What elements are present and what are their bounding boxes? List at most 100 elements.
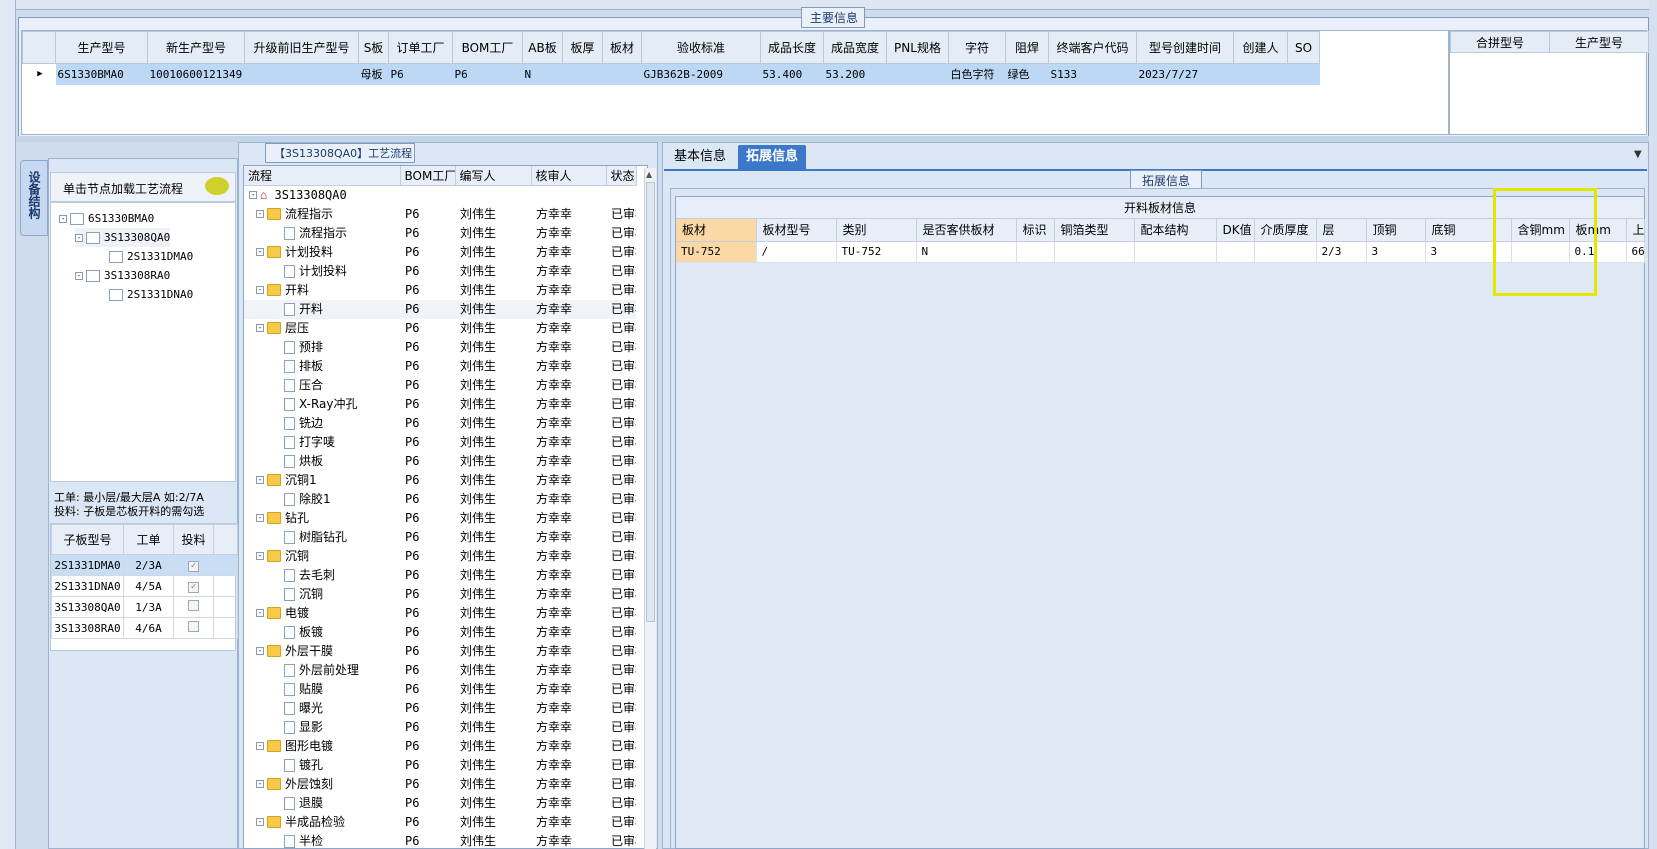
main-grid-row[interactable]: ▶ 6S1330BMA0 10010600121349 母板 P6 P6 N GJB362B-… (22, 63, 1320, 85)
process-row[interactable]: -计划投料 P6 刘伟生 方幸幸 已审核 (244, 243, 636, 262)
feed-checkbox[interactable]: ✓ (173, 575, 214, 597)
process-row[interactable]: 压合 P6 刘伟生 方幸幸 已审核 (244, 376, 636, 395)
main-cell[interactable]: 10010600121349 (147, 63, 245, 85)
feed-checkbox[interactable]: ✓ (173, 554, 214, 576)
material-cell[interactable] (1254, 241, 1317, 263)
process-row[interactable]: -外层干膜 P6 刘伟生 方幸幸 已审核 (244, 642, 636, 661)
process-row[interactable]: -外层蚀刻 P6 刘伟生 方幸幸 已审核 (244, 775, 636, 794)
main-cell[interactable]: 绿色 (1005, 63, 1049, 85)
process-row[interactable]: 打字唛 P6 刘伟生 方幸幸 已审核 (244, 433, 636, 452)
sub-board-row[interactable]: 2S1331DMA0 2/3A ✓ (51, 554, 238, 576)
process-row[interactable]: -半成品检验 P6 刘伟生 方幸幸 已审核 (244, 813, 636, 832)
process-row[interactable]: 半检 P6 刘伟生 方幸幸 已审核 (244, 832, 636, 849)
main-cell[interactable]: P6 (452, 63, 523, 85)
process-row[interactable]: 外层前处理 P6 刘伟生 方幸幸 已审核 (244, 661, 636, 680)
tree-node[interactable]: 2S1331DMA0 (109, 247, 193, 266)
material-cell[interactable]: N (916, 241, 1017, 263)
main-cell[interactable]: 53.400 (760, 63, 824, 85)
document-icon (284, 397, 295, 411)
merged-model-grid[interactable]: 合拼型号 生产型号 (1449, 30, 1649, 135)
process-row[interactable]: 排板 P6 刘伟生 方幸幸 已审核 (244, 357, 636, 376)
main-cell[interactable]: 6S1330BMA0 (55, 63, 148, 85)
material-cell[interactable]: 3 (1366, 241, 1426, 263)
material-cell[interactable]: TU-752 (836, 241, 917, 263)
main-cell[interactable] (244, 63, 359, 85)
feed-checkbox[interactable] (173, 617, 214, 639)
process-root-row[interactable]: - ⌂ 3S13308QA0 (244, 185, 636, 205)
tree-node-selected[interactable]: -3S13308QA0 (75, 228, 171, 247)
process-row[interactable]: -层压 P6 刘伟生 方幸幸 已审核 (244, 319, 636, 338)
material-cell[interactable]: 2/3 (1316, 241, 1367, 263)
process-row[interactable]: 显影 P6 刘伟生 方幸幸 已审核 (244, 718, 636, 737)
tree-node[interactable]: 2S1331DNA0 (109, 285, 193, 304)
material-cell[interactable] (1216, 241, 1255, 263)
writer-cell: 刘伟生 (460, 719, 497, 734)
sub-order[interactable]: 1/3A (123, 596, 174, 618)
process-row[interactable]: X-Ray冲孔 P6 刘伟生 方幸幸 已审核 (244, 395, 636, 414)
process-row[interactable]: 除胶1 P6 刘伟生 方幸幸 已审核 (244, 490, 636, 509)
process-row[interactable]: 退膜 P6 刘伟生 方幸幸 已审核 (244, 794, 636, 813)
main-cell[interactable]: P6 (388, 63, 453, 85)
material-cell[interactable] (1016, 241, 1055, 263)
process-row[interactable]: -开料 P6 刘伟生 方幸幸 已审核 (244, 281, 636, 300)
sub-board-grid[interactable]: 子板型号 工单 投料 2S1331DMA0 2/3A ✓ 2S1331DNA0 4… (50, 523, 238, 651)
process-row[interactable]: 铣边 P6 刘伟生 方幸幸 已审核 (244, 414, 636, 433)
tree-node[interactable]: -6S1330BMA0 (59, 209, 154, 228)
main-cell[interactable] (886, 63, 949, 85)
material-cell[interactable] (1134, 241, 1217, 263)
process-row[interactable]: 烘板 P6 刘伟生 方幸幸 已审核 (244, 452, 636, 471)
main-cell[interactable]: N (522, 63, 563, 85)
process-scrollbar[interactable]: ▲ (644, 168, 656, 849)
process-row[interactable]: -钻孔 P6 刘伟生 方幸幸 已审核 (244, 509, 636, 528)
main-cell[interactable] (562, 63, 603, 85)
tab-dropdown-icon[interactable]: ▼ (1634, 149, 1642, 160)
material-cell[interactable]: / (756, 241, 837, 263)
process-row[interactable]: 计划投料 P6 刘伟生 方幸幸 已审核 (244, 262, 636, 281)
scroll-up-icon[interactable]: ▲ (646, 170, 652, 179)
process-row[interactable]: 树脂钻孔 P6 刘伟生 方幸幸 已审核 (244, 528, 636, 547)
process-row[interactable]: 预排 P6 刘伟生 方幸幸 已审核 (244, 338, 636, 357)
process-row[interactable]: -流程指示 P6 刘伟生 方幸幸 已审核 (244, 205, 636, 224)
sub-board-row[interactable]: 3S13308QA0 1/3A (51, 596, 238, 618)
main-cell[interactable] (1233, 63, 1288, 85)
sub-order[interactable]: 4/5A (123, 575, 174, 597)
material-cell[interactable]: 66 (1626, 241, 1645, 263)
sub-board-row[interactable]: 3S13308RA0 4/6A (51, 617, 238, 639)
sub-order[interactable]: 4/6A (123, 617, 174, 639)
main-cell[interactable]: 母板 (358, 63, 389, 85)
material-cell[interactable]: TU-752 (676, 241, 757, 263)
tab-basic-info[interactable]: 基本信息 (666, 145, 734, 169)
main-cell[interactable]: S133 (1048, 63, 1137, 85)
process-grid[interactable]: 流程 BOM工厂 编写人 核审人 状态 - ⌂ 3S13308QA0 - 流程指示 … (243, 165, 648, 849)
process-row[interactable]: 流程指示 P6 刘伟生 方幸幸 已审核 (244, 224, 636, 243)
process-row[interactable]: -图形电镀 P6 刘伟生 方幸幸 已审核 (244, 737, 636, 756)
main-cell[interactable]: GJB362B-2009 (641, 63, 761, 85)
sub-order[interactable]: 2/3A (123, 554, 174, 576)
feed-checkbox[interactable] (173, 596, 214, 618)
main-cell[interactable]: 2023/7/27 (1136, 63, 1234, 85)
side-tab[interactable]: 设备结构 (20, 160, 48, 236)
scroll-thumb[interactable] (646, 182, 655, 622)
process-row[interactable]: 去毛刺 P6 刘伟生 方幸幸 已审核 (244, 566, 636, 585)
process-row[interactable]: 曝光 P6 刘伟生 方幸幸 已审核 (244, 699, 636, 718)
process-row[interactable]: -沉铜 P6 刘伟生 方幸幸 已审核 (244, 547, 636, 566)
material-cell[interactable] (1054, 241, 1135, 263)
process-row[interactable]: 镀孔 P6 刘伟生 方幸幸 已审核 (244, 756, 636, 775)
structure-tree[interactable]: -6S1330BMA0 -3S13308QA0 2S1331DMA0 -3S13… (50, 202, 236, 482)
process-row[interactable]: 贴膜 P6 刘伟生 方幸幸 已审核 (244, 680, 636, 699)
sub-board-row[interactable]: 2S1331DNA0 4/5A ✓ (51, 575, 238, 597)
process-row[interactable]: 沉铜 P6 刘伟生 方幸幸 已审核 (244, 585, 636, 604)
process-row[interactable]: -电镀 P6 刘伟生 方幸幸 已审核 (244, 604, 636, 623)
main-grid[interactable]: 生产型号 新生产型号 升级前旧生产型号 S板 订单工厂 BOM工厂 AB板 板厚 板材 验收标准成… (21, 30, 1449, 135)
main-cell[interactable]: 白色字符 (948, 63, 1006, 85)
process-step-label: 流程指示 (285, 206, 334, 221)
process-row[interactable]: 板镀 P6 刘伟生 方幸幸 已审核 (244, 623, 636, 642)
tree-node[interactable]: -3S13308RA0 (75, 266, 170, 285)
tab-extended-info[interactable]: 拓展信息 (738, 145, 807, 169)
process-row[interactable]: 开料 P6 刘伟生 方幸幸 已审核 (244, 299, 636, 319)
main-cell[interactable] (1287, 63, 1320, 85)
bom-factory-cell: P6 (405, 776, 420, 791)
main-cell[interactable] (602, 63, 642, 85)
process-row[interactable]: -沉铜1 P6 刘伟生 方幸幸 已审核 (244, 471, 636, 490)
main-cell[interactable]: 53.200 (823, 63, 887, 85)
